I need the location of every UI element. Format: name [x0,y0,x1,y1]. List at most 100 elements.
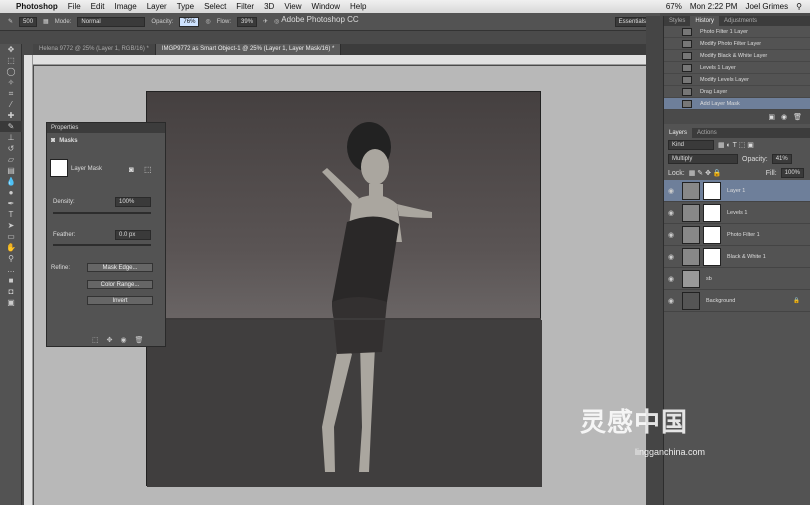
eye-icon[interactable]: ◉ [664,275,678,283]
eyedropper-tool-icon[interactable]: ⁄ [0,99,22,110]
snapshot-icon[interactable]: ◉ [781,113,787,121]
density-field[interactable]: 100% [115,197,151,207]
mode-select[interactable]: Normal [77,16,146,27]
marquee-tool-icon[interactable]: ⬚ [0,55,22,66]
history-item[interactable]: Drag Layer [664,86,810,98]
menu-view[interactable]: View [284,2,301,11]
lasso-tool-icon[interactable]: ◯ [0,66,22,77]
app-menu[interactable]: Photoshop [16,2,58,11]
history-item[interactable]: Modify Photo Filter Layer [664,38,810,50]
shape-tool-icon[interactable]: ▭ [0,231,22,242]
history-item-selected[interactable]: Add Layer Mask [664,98,810,110]
layer-mask-thumbnail[interactable] [703,247,721,266]
apply-mask-icon[interactable]: ✥ [107,336,113,344]
history-item[interactable]: Modify Black & White Layer [664,50,810,62]
history-brush-tool-icon[interactable]: ↺ [0,143,22,154]
feather-slider[interactable] [53,244,151,246]
menu-3d[interactable]: 3D [264,2,274,11]
clone-stamp-tool-icon[interactable]: ⊥ [0,132,22,143]
eye-icon[interactable]: ◉ [664,297,678,305]
pen-tool-icon[interactable]: ✒ [0,198,22,209]
visibility-icon[interactable]: ◉ [121,336,127,344]
more-tools-icon[interactable]: … [0,264,22,275]
opacity-field[interactable]: 76% [179,16,200,27]
history-item[interactable]: Photo Filter 1 Layer [664,26,810,38]
menu-layer[interactable]: Layer [147,2,167,11]
layer-row[interactable]: ◉ Background 🔒 [664,290,810,312]
blend-mode-select[interactable]: Multiply [668,154,738,164]
layer-filter-kind[interactable]: Kind [668,140,714,150]
blur-tool-icon[interactable]: 💧 [0,176,22,187]
layer-row[interactable]: ◉ sb [664,268,810,290]
trash-icon[interactable]: 🗑 [135,336,144,344]
dodge-tool-icon[interactable]: ● [0,187,22,198]
layer-row[interactable]: ◉ Black & White 1 [664,246,810,268]
layer-row[interactable]: ◉ Layer 1 [664,180,810,202]
mask-edge-button[interactable]: Mask Edge... [87,263,153,272]
vector-mask-icon[interactable]: ⬚ [144,165,152,174]
layer-mask-thumbnail[interactable] [703,203,721,222]
doc-tab-smart-object[interactable]: IMGP9772 as Smart Object-1 @ 25% (Layer … [155,44,342,55]
user-name[interactable]: Joel Grimes [745,2,788,11]
tab-adjustments[interactable]: Adjustments [719,16,762,26]
properties-title[interactable]: Properties [47,123,165,133]
search-icon[interactable]: ⚲ [796,2,802,11]
hand-tool-icon[interactable]: ✋ [0,242,22,253]
brush-tool-icon[interactable]: ✎ [0,121,22,132]
document-image[interactable] [146,91,542,487]
invert-button[interactable]: Invert [87,296,153,305]
brush-size-picker[interactable]: 500 [19,16,38,27]
battery-status[interactable]: 67% [666,2,682,11]
path-select-tool-icon[interactable]: ➤ [0,220,22,231]
tab-styles[interactable]: Styles [664,16,690,26]
new-document-icon[interactable]: ▣ [768,113,775,121]
layer-mask-thumbnail[interactable] [703,181,721,200]
tab-layers[interactable]: Layers [664,128,693,138]
layer-row[interactable]: ◉ Photo Filter 1 [664,224,810,246]
workspace-select[interactable]: Essentials [614,16,650,27]
eye-icon[interactable]: ◉ [664,209,678,217]
eye-icon[interactable]: ◉ [664,187,678,195]
color-range-button[interactable]: Color Range... [87,280,153,289]
filter-icons[interactable]: ▦ ◐ T ⬚ ▣ [718,141,754,149]
quick-select-tool-icon[interactable]: ✧ [0,77,22,88]
brush-tool-icon[interactable]: ✎ [8,18,13,25]
layer-mask-thumbnail[interactable] [703,225,721,244]
tab-history[interactable]: History [690,16,720,26]
pixel-mask-icon[interactable]: ◙ [129,165,134,174]
menu-file[interactable]: File [68,2,81,11]
history-item[interactable]: Modify Levels Layer [664,74,810,86]
load-selection-icon[interactable]: ⬚ [92,336,99,344]
menu-select[interactable]: Select [204,2,226,11]
fill-field[interactable]: 100% [780,168,804,178]
color-swatches-icon[interactable]: ■ [0,275,22,286]
menu-help[interactable]: Help [350,2,366,11]
zoom-tool-icon[interactable]: ⚲ [0,253,22,264]
pressure-opacity-icon[interactable]: ◎ [205,18,210,25]
move-tool-icon[interactable]: ✥ [0,44,22,55]
doc-tab-helena[interactable]: Helena 9772 @ 25% (Layer 1, RGB/16) * [33,44,156,55]
eye-icon[interactable]: ◉ [664,253,678,261]
eraser-tool-icon[interactable]: ▱ [0,154,22,165]
density-slider[interactable] [53,212,151,214]
gradient-tool-icon[interactable]: ▤ [0,165,22,176]
eye-icon[interactable]: ◉ [664,231,678,239]
healing-brush-tool-icon[interactable]: ✚ [0,110,22,121]
brush-panel-icon[interactable]: ▦ [43,18,49,25]
history-trash-icon[interactable]: 🗑 [793,113,802,121]
layer-row[interactable]: ◉ Levels 1 [664,202,810,224]
lock-icons[interactable]: ▦ ✎ ✥ 🔒 [689,169,722,177]
feather-field[interactable]: 0.0 px [115,230,151,240]
menu-filter[interactable]: Filter [236,2,254,11]
quick-mask-icon[interactable]: ◘ [0,286,22,297]
type-tool-icon[interactable]: T [0,209,22,220]
menu-window[interactable]: Window [312,2,340,11]
crop-tool-icon[interactable]: ⌗ [0,88,22,99]
tab-actions[interactable]: Actions [692,128,722,138]
layer-opacity-field[interactable]: 41% [771,154,792,164]
clock[interactable]: Mon 2:22 PM [690,2,738,11]
menu-edit[interactable]: Edit [91,2,105,11]
screen-mode-icon[interactable]: ▣ [0,297,22,308]
history-item[interactable]: Levels 1 Layer [664,62,810,74]
menu-type[interactable]: Type [177,2,194,11]
